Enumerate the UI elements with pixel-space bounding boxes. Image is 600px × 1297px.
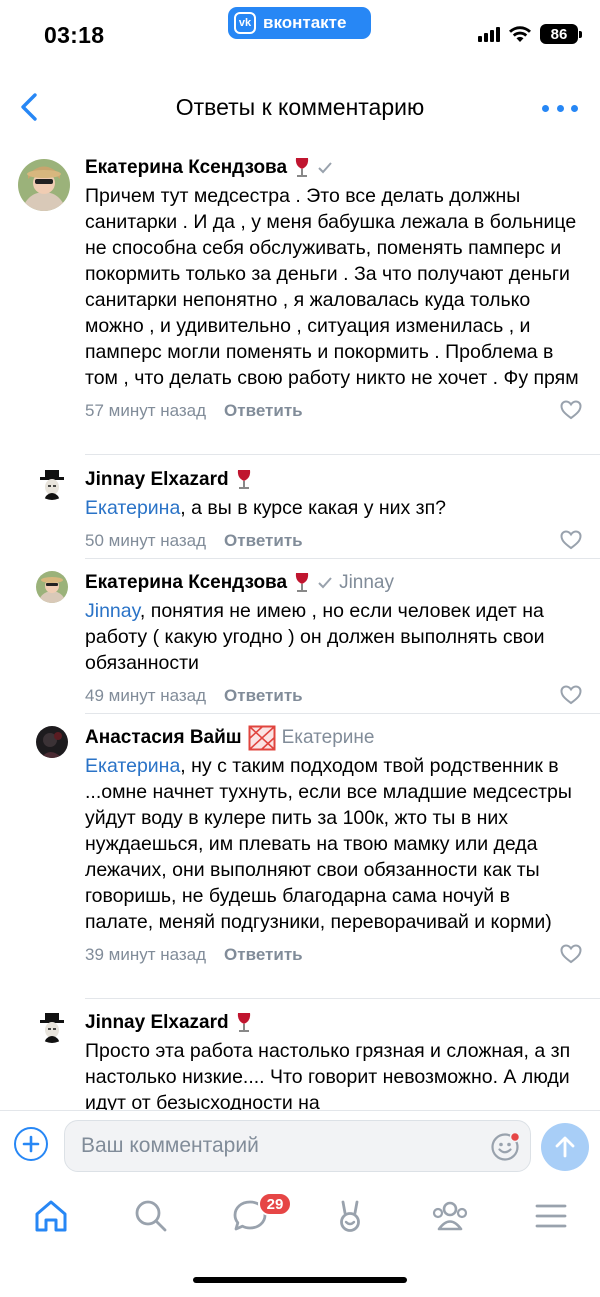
comment-text: Просто эта работа настолько грязная и сл…: [85, 1040, 571, 1110]
comment-text: Екатерина, а вы в курсе какая у них зп?: [85, 497, 447, 519]
comments-list[interactable]: Екатерина Ксендзова Причем тут медсестра…: [0, 145, 600, 1110]
comment-header: Екатерина Ксендзова: [85, 155, 582, 181]
status-icons: 86: [478, 24, 582, 44]
comment-text: Екатерина, ну с таким подходом твой родс…: [85, 755, 572, 933]
wine-glass-icon: [295, 158, 309, 177]
status-time: 03:18: [44, 22, 105, 48]
avatar[interactable]: [36, 571, 68, 603]
vk-logo-icon: vk: [234, 12, 256, 34]
reply-button[interactable]: Ответить: [224, 686, 303, 706]
hamburger-menu-icon: [535, 1204, 567, 1228]
cellular-signal-icon: [478, 26, 500, 42]
divider: [85, 998, 600, 999]
author-name[interactable]: Jinnay Elxazard: [85, 469, 229, 491]
comment-meta: 39 минут назад Ответить: [85, 943, 582, 967]
author-name[interactable]: Анастасия Вайш: [85, 727, 242, 749]
arrow-up-icon: [555, 1136, 575, 1158]
reply-button[interactable]: Ответить: [224, 945, 303, 965]
home-indicator: [193, 1277, 407, 1283]
crossed-box-icon: [248, 725, 276, 751]
status-bar: 03:18 vk вконтакте 86: [0, 0, 600, 70]
search-icon: [135, 1200, 167, 1232]
battery-icon: 86: [540, 24, 582, 44]
comment-timestamp: 39 минут назад: [85, 945, 207, 964]
wine-glass-icon: [295, 573, 309, 592]
plus-icon: [22, 1135, 40, 1153]
wifi-icon: [509, 26, 531, 42]
comment-header: Анастасия Вайш Екатерине: [85, 725, 582, 751]
comment-input[interactable]: [65, 1121, 465, 1171]
verified-check-icon: [318, 162, 332, 174]
tab-clips[interactable]: [328, 1194, 372, 1238]
author-name[interactable]: Екатерина Ксендзова: [85, 572, 287, 594]
bottom-tab-bar: 29: [0, 1180, 600, 1260]
comment-meta: 50 минут назад Ответить: [85, 529, 582, 553]
avatar[interactable]: [36, 1011, 68, 1043]
reply-button[interactable]: Ответить: [224, 531, 303, 551]
tab-home[interactable]: [29, 1194, 73, 1238]
comment-timestamp: 49 минут назад: [85, 686, 207, 705]
more-dots-icon: [542, 104, 549, 112]
divider: [85, 454, 600, 455]
more-options-button[interactable]: [542, 98, 578, 118]
avatar[interactable]: [36, 468, 68, 500]
comment-header: Jinnay Elxazard: [85, 467, 582, 493]
clips-icon: [340, 1200, 360, 1232]
tab-search[interactable]: [129, 1194, 173, 1238]
comment-meta: 49 минут назад Ответить: [85, 684, 582, 708]
mention-link[interactable]: Jinnay: [85, 600, 140, 622]
tab-menu[interactable]: [529, 1194, 573, 1238]
comment-timestamp: 50 минут назад: [85, 531, 207, 550]
comment-input-wrapper: [64, 1120, 531, 1172]
wine-glass-icon: [237, 470, 250, 489]
emoji-icon[interactable]: [490, 1132, 520, 1162]
divider: [85, 558, 600, 559]
heart-icon[interactable]: [560, 400, 582, 420]
reply-button[interactable]: Ответить: [224, 401, 303, 421]
mention-link[interactable]: Екатерина: [85, 497, 180, 519]
add-attachment-button[interactable]: [14, 1127, 48, 1161]
avatar[interactable]: [36, 726, 68, 758]
author-name[interactable]: Jinnay Elxazard: [85, 1012, 229, 1034]
comment-text: Jinnay, понятия не имею , но если челове…: [85, 600, 545, 674]
verified-check-icon: [318, 577, 332, 589]
avatar[interactable]: [18, 159, 70, 211]
comment-text: Причем тут медсестра . Это все делать до…: [85, 185, 579, 389]
comment-composer: [0, 1110, 600, 1180]
home-icon: [35, 1200, 67, 1232]
author-name[interactable]: Екатерина Ксендзова: [85, 157, 287, 179]
page-title: Ответы к комментарию: [175, 94, 425, 120]
vk-app-label: вконтакте: [263, 13, 347, 32]
divider: [85, 713, 600, 714]
send-button[interactable]: [541, 1123, 589, 1171]
mention-link[interactable]: Екатерина: [85, 755, 180, 777]
people-icon: [432, 1201, 468, 1231]
comment-header: Екатерина Ксендзова Jinnay: [85, 570, 582, 596]
comment-timestamp: 57 минут назад: [85, 401, 207, 420]
vk-app-pill[interactable]: vk вконтакте: [228, 7, 371, 39]
heart-icon[interactable]: [560, 944, 582, 964]
wine-glass-icon: [237, 1013, 250, 1032]
reply-to-name[interactable]: Jinnay: [339, 572, 394, 594]
heart-icon[interactable]: [560, 685, 582, 705]
tab-services[interactable]: [428, 1194, 472, 1238]
messages-badge: 29: [258, 1192, 292, 1216]
top-navigation-bar: Ответы к комментарию: [0, 80, 600, 136]
comment-header: Jinnay Elxazard: [85, 1010, 582, 1036]
comment-meta: 57 минут назад Ответить: [85, 399, 582, 423]
heart-icon[interactable]: [560, 530, 582, 550]
reply-to-name[interactable]: Екатерине: [282, 727, 375, 749]
